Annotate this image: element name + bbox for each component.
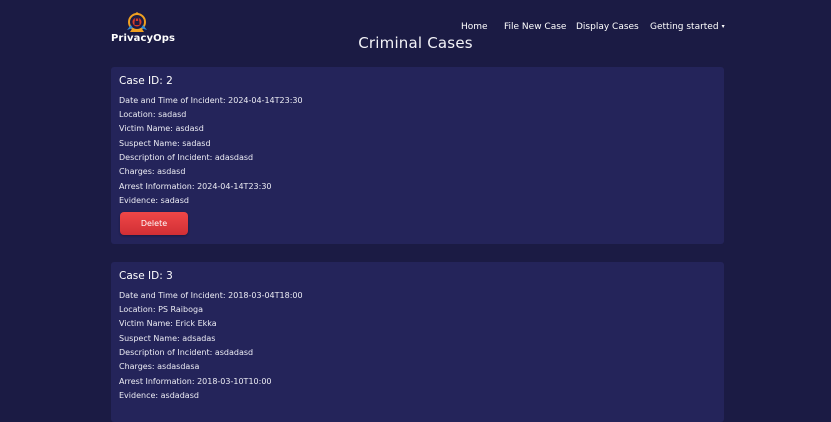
field-label: Charges: xyxy=(119,167,155,176)
field-label: Description of Incident: xyxy=(119,348,213,357)
case-description-field: Description of Incident: adasdasd xyxy=(119,153,253,162)
nav-file-new-case[interactable]: File New Case xyxy=(504,22,566,32)
case-card: Case ID: 2 Date and Time of Incident: 20… xyxy=(111,67,724,244)
field-label: Charges: xyxy=(119,362,155,371)
case-location-field: Location: PS Raiboga xyxy=(119,305,203,314)
case-suspect-field: Suspect Name: sadasd xyxy=(119,139,211,148)
case-victim-field: Victim Name: asdasd xyxy=(119,124,204,133)
field-label: Arrest Information: xyxy=(119,182,195,191)
field-label: Evidence: xyxy=(119,196,159,205)
field-label: Suspect Name: xyxy=(119,139,180,148)
field-value: 2018-03-10T10:00 xyxy=(197,377,272,386)
case-date-field: Date and Time of Incident: 2024-04-14T23… xyxy=(119,96,303,105)
field-label: Arrest Information: xyxy=(119,377,195,386)
field-value: asdadasd xyxy=(214,348,254,357)
case-evidence-field: Evidence: asdadasd xyxy=(119,391,199,400)
field-label: Date and Time of Incident: xyxy=(119,291,226,300)
case-arrest-field: Arrest Information: 2018-03-10T10:00 xyxy=(119,377,272,386)
field-label: Evidence: xyxy=(119,391,159,400)
case-arrest-field: Arrest Information: 2024-04-14T23:30 xyxy=(119,182,272,191)
field-label: Description of Incident: xyxy=(119,153,213,162)
field-value: sadasd xyxy=(158,110,187,119)
case-charges-field: Charges: asdasdasa xyxy=(119,362,199,371)
nav-home[interactable]: Home xyxy=(461,22,488,32)
nav-getting-started[interactable]: Getting started ▾ xyxy=(650,22,725,32)
field-label: Location: xyxy=(119,110,156,119)
field-value: asdasd xyxy=(175,124,204,133)
case-card: Case ID: 3 Date and Time of Incident: 20… xyxy=(111,262,724,422)
delete-button[interactable]: Delete xyxy=(120,212,188,235)
nav-getting-started-label: Getting started xyxy=(650,22,719,32)
field-value: 2018-03-04T18:00 xyxy=(228,291,303,300)
field-label: Victim Name: xyxy=(119,124,173,133)
case-id: Case ID: 2 xyxy=(119,75,173,87)
case-charges-field: Charges: asdasd xyxy=(119,167,185,176)
field-label: Victim Name: xyxy=(119,319,173,328)
field-label: Date and Time of Incident: xyxy=(119,96,226,105)
case-location-field: Location: sadasd xyxy=(119,110,186,119)
case-suspect-field: Suspect Name: adsadas xyxy=(119,334,215,343)
page-title: Criminal Cases xyxy=(358,34,473,52)
field-value: 2024-04-14T23:30 xyxy=(197,182,272,191)
field-value: asdasd xyxy=(157,167,186,176)
nav-display-cases[interactable]: Display Cases xyxy=(576,22,639,32)
field-value: asdasdasa xyxy=(157,362,200,371)
case-evidence-field: Evidence: sadasd xyxy=(119,196,189,205)
case-id: Case ID: 3 xyxy=(119,270,173,282)
case-victim-field: Victim Name: Erick Ekka xyxy=(119,319,217,328)
field-label: Location: xyxy=(119,305,156,314)
chevron-down-icon: ▾ xyxy=(721,23,725,30)
field-value: adasdasd xyxy=(214,153,254,162)
field-value: adsadas xyxy=(182,334,216,343)
field-label: Suspect Name: xyxy=(119,334,180,343)
case-date-field: Date and Time of Incident: 2018-03-04T18… xyxy=(119,291,303,300)
field-value: PS Raiboga xyxy=(158,305,203,314)
field-value: asdadasd xyxy=(160,391,199,400)
field-value: 2024-04-14T23:30 xyxy=(228,96,303,105)
case-description-field: Description of Incident: asdadasd xyxy=(119,348,253,357)
field-value: sadasd xyxy=(160,196,189,205)
field-value: sadasd xyxy=(182,139,211,148)
field-value: Erick Ekka xyxy=(175,319,217,328)
